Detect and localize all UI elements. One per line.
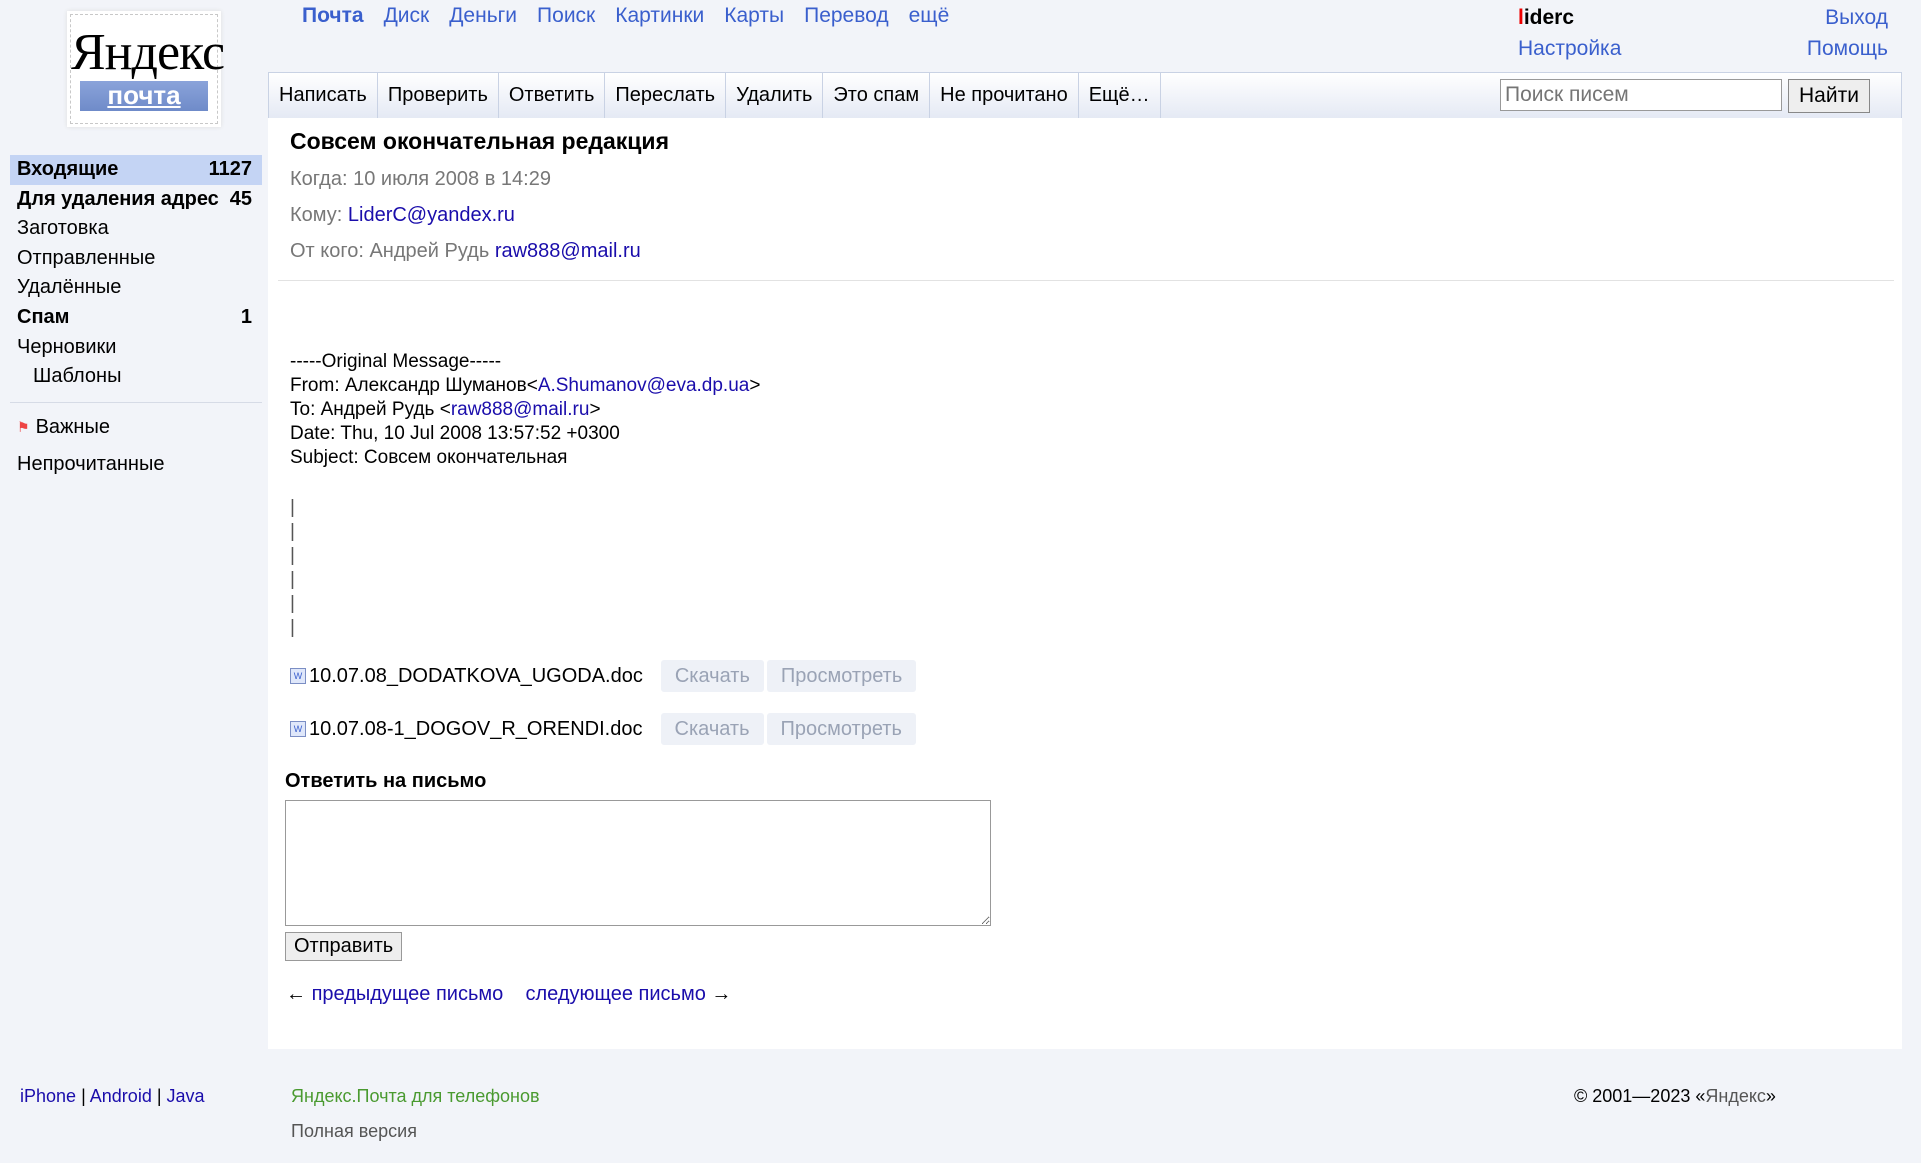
nav-mail[interactable]: Почта: [302, 4, 364, 28]
footer-java-link[interactable]: Java: [167, 1086, 205, 1106]
folder-count: 1: [240, 305, 252, 328]
folder-count: 45: [229, 187, 252, 210]
preview-button[interactable]: Просмотреть: [766, 660, 917, 692]
attachment-name: 10.07.08-1_DOGOV_R_ORENDI.doc: [309, 717, 643, 740]
mail-search: Найти: [1500, 79, 1870, 113]
flag-icon: ⚑: [17, 418, 30, 435]
sidebar-divider: [10, 401, 262, 403]
footer-mobile: Яндекс.Почта для телефонов: [291, 1086, 540, 1107]
folder-spam[interactable]: Спам 1: [10, 303, 262, 333]
next-arrow-icon: →: [711, 983, 732, 1005]
folder-sent[interactable]: Отправленные: [10, 244, 262, 274]
footer-full: Полная версия: [291, 1121, 417, 1142]
logout-link-wrap: Выход: [1825, 6, 1888, 30]
footer-mobile-link[interactable]: Яндекс.Почта для телефонов: [291, 1086, 540, 1106]
settings-link[interactable]: Настройка: [1518, 37, 1621, 60]
footer-full-version-link[interactable]: Полная версия: [291, 1121, 417, 1141]
folder-drafts[interactable]: Черновики: [10, 333, 262, 363]
folder-label[interactable]: Шаблоны: [33, 363, 121, 391]
nav-translate[interactable]: Перевод: [804, 4, 889, 28]
orig-to-email-link[interactable]: raw888@mail.ru: [451, 399, 590, 420]
folder-templates[interactable]: Шаблоны: [10, 362, 262, 392]
label-unread[interactable]: Непрочитанные: [10, 450, 262, 480]
logo-brand: Яндекс: [71, 24, 225, 81]
folder-count: 1127: [208, 158, 252, 180]
folder-to-delete[interactable]: Для удаления адрес 45: [10, 185, 262, 215]
message-body: -----Original Message----- From: Алексан…: [290, 351, 761, 468]
preview-button[interactable]: Просмотреть: [766, 713, 916, 745]
nav-money[interactable]: Деньги: [449, 4, 517, 28]
delete-button[interactable]: Удалить: [726, 73, 824, 119]
more-button[interactable]: Ещё…: [1079, 73, 1161, 119]
next-message-link[interactable]: следующее письмо: [525, 983, 705, 1005]
message-from: От кого: Андрей Рудь raw888@mail.ru: [290, 240, 641, 262]
mark-unread-button[interactable]: Не прочитано: [930, 73, 1079, 119]
attachment-item: W 10.07.08-1_DOGOV_R_ORENDI.doc Скачать …: [290, 713, 916, 745]
check-button[interactable]: Проверить: [378, 73, 499, 119]
message-date: Когда: 10 июля 2008 в 14:29: [290, 168, 551, 190]
help-link[interactable]: Помощь: [1807, 37, 1888, 60]
attachment-name: 10.07.08_DODATKOVA_UGODA.doc: [309, 664, 643, 687]
help-link-wrap: Помощь: [1807, 37, 1888, 61]
send-button[interactable]: Отправить: [285, 932, 403, 961]
attachment-item: W 10.07.08_DODATKOVA_UGODA.doc Скачать П…: [290, 660, 917, 692]
header-divider: [278, 280, 1894, 281]
footer-android-link[interactable]: Android: [90, 1086, 152, 1106]
prev-message-link[interactable]: предыдущее письмо: [312, 983, 504, 1005]
folder-label[interactable]: Спам: [17, 304, 69, 332]
folder-label[interactable]: Заготовка: [17, 215, 109, 243]
doc-file-icon: W: [290, 668, 306, 684]
message-pager: ← предыдущее письмо следующее письмо →: [286, 983, 731, 1006]
yandex-mail-logo[interactable]: Яндекс почта: [70, 14, 225, 124]
folder-deleted[interactable]: Удалённые: [10, 273, 262, 303]
reply-label: Ответить на письмо: [285, 770, 487, 792]
nav-search[interactable]: Поиск: [537, 4, 595, 28]
folder-label[interactable]: Входящие: [17, 156, 118, 184]
quoted-lines: | | | | | |: [290, 497, 295, 638]
nav-more[interactable]: ещё: [909, 4, 950, 28]
folder-label[interactable]: Черновики: [17, 334, 116, 362]
forward-button[interactable]: Переслать: [605, 73, 727, 119]
folder-inbox[interactable]: Входящие 1127: [10, 155, 262, 185]
nav-disk[interactable]: Диск: [384, 4, 430, 28]
footer-iphone-link[interactable]: iPhone: [20, 1086, 76, 1106]
compose-button[interactable]: Написать: [269, 73, 378, 119]
folder-template-draft[interactable]: Заготовка: [10, 214, 262, 244]
top-navigation: Почта Диск Деньги Поиск Картинки Карты П…: [302, 4, 949, 28]
folder-label[interactable]: Отправленные: [17, 245, 155, 273]
footer-apps: iPhone | Android | Java: [20, 1086, 205, 1106]
footer-copyright: © 2001—2023 «Яндекс»: [1574, 1086, 1776, 1106]
to-email-link[interactable]: LiderC@yandex.ru: [348, 204, 515, 226]
label-important-link[interactable]: Важные: [36, 414, 110, 442]
message-to: Кому: LiderC@yandex.ru: [290, 204, 515, 226]
search-button[interactable]: Найти: [1788, 79, 1870, 113]
user-name[interactable]: liderc: [1518, 6, 1574, 30]
search-input[interactable]: [1500, 79, 1782, 111]
doc-file-icon: W: [290, 721, 306, 737]
nav-maps[interactable]: Карты: [724, 4, 784, 28]
footer-yandex-link[interactable]: Яндекс: [1705, 1086, 1766, 1106]
folder-label[interactable]: Для удаления адрес: [17, 186, 219, 214]
download-button[interactable]: Скачать: [660, 660, 764, 692]
spam-button[interactable]: Это спам: [823, 73, 931, 119]
reply-textarea[interactable]: [285, 800, 991, 926]
reply-button[interactable]: Ответить: [499, 73, 606, 119]
user-link[interactable]: liderc: [1518, 6, 1574, 29]
message-subject: Совсем окончательная редакция: [290, 128, 669, 154]
folder-label[interactable]: Удалённые: [17, 274, 121, 302]
logout-link[interactable]: Выход: [1825, 6, 1888, 29]
logo-service-link[interactable]: почта: [80, 81, 208, 111]
label-unread-link[interactable]: Непрочитанные: [17, 451, 164, 479]
orig-from-email-link[interactable]: A.Shumanov@eva.dp.ua: [538, 375, 750, 396]
message-view: Совсем окончательная редакция Когда: 10 …: [268, 118, 1902, 1049]
prev-arrow-icon: ←: [286, 983, 306, 1005]
nav-images[interactable]: Картинки: [615, 4, 704, 28]
settings-link-wrap: Настройка: [1518, 37, 1621, 61]
label-important[interactable]: ⚑ Важные: [10, 413, 262, 443]
folder-sidebar: Входящие 1127 Для удаления адрес 45 Заго…: [10, 155, 262, 480]
from-email-link[interactable]: raw888@mail.ru: [495, 240, 641, 262]
download-button[interactable]: Скачать: [660, 713, 764, 745]
